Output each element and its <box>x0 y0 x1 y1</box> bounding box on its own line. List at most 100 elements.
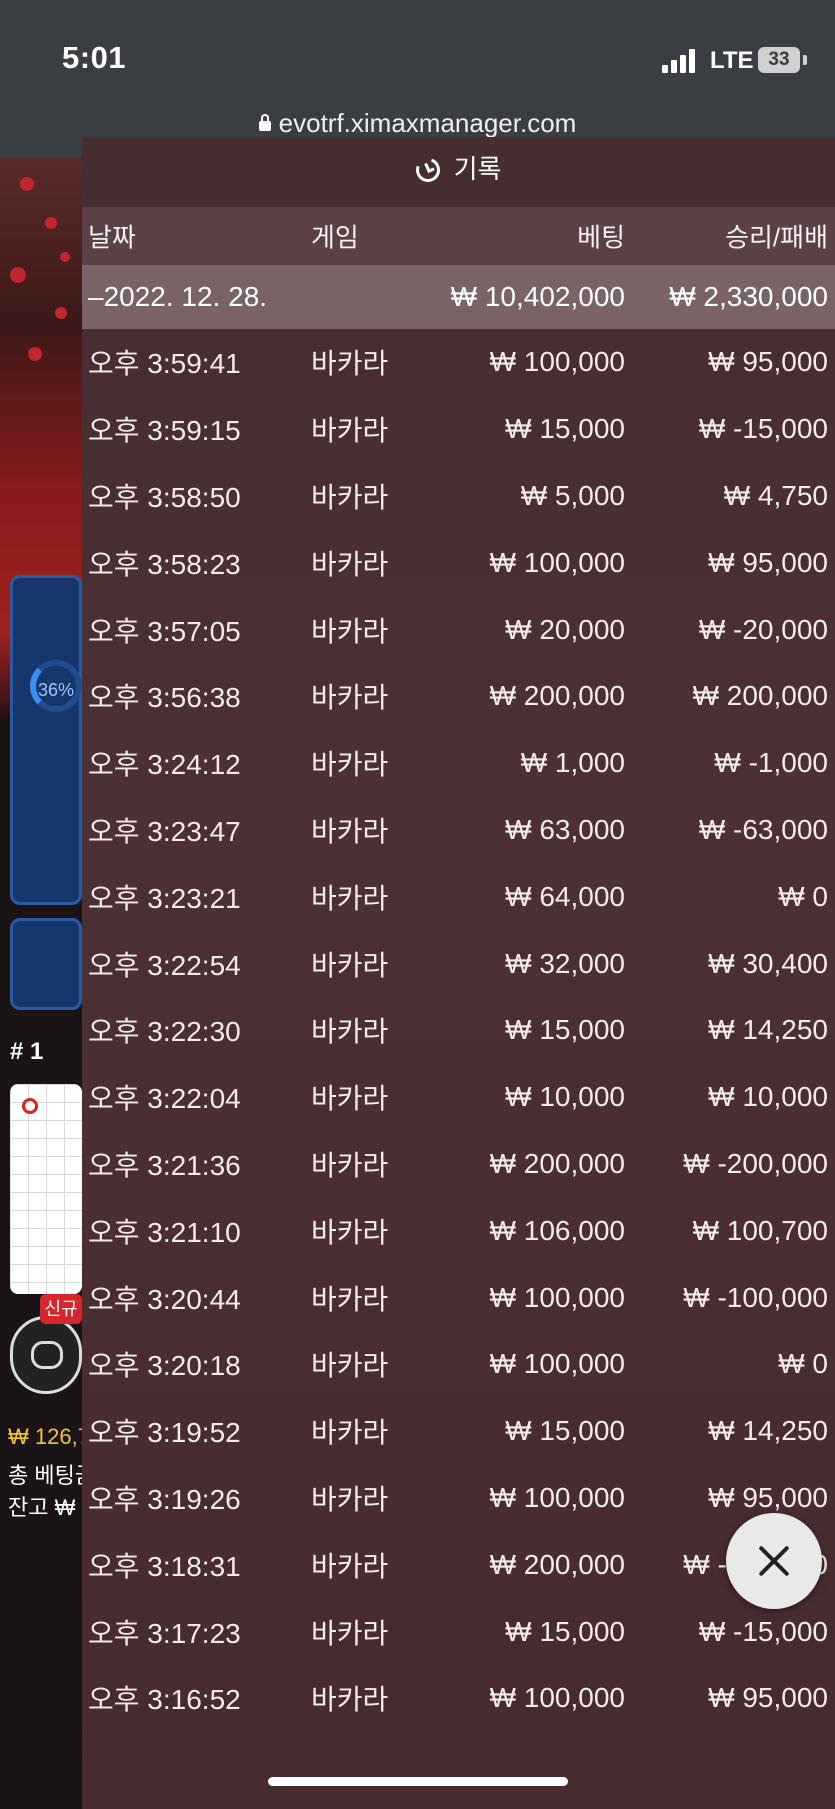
history-row[interactable]: 오후 3:19:52 바카라 ₩ 15,000 ₩ 14,250 <box>82 1398 835 1465</box>
row-bet: ₩ 100,000 <box>489 1481 625 1513</box>
new-badge: 신규 <box>40 1294 82 1324</box>
row-game: 바카라 <box>311 1617 389 1649</box>
row-time: 오후 3:59:15 <box>88 415 241 447</box>
row-game: 바카라 <box>311 1417 389 1449</box>
row-result: ₩ 14,250 <box>708 1415 828 1447</box>
history-row[interactable]: 오후 3:58:23 바카라 ₩ 100,000 ₩ 95,000 <box>82 529 835 596</box>
history-row[interactable]: 오후 3:22:04 바카라 ₩ 10,000 ₩ 10,000 <box>82 1064 835 1131</box>
row-time: 오후 3:18:31 <box>88 1550 241 1582</box>
row-result: ₩ 0 <box>778 880 828 912</box>
row-game: 바카라 <box>311 548 389 580</box>
row-result: ₩ -200,000 <box>683 1147 828 1179</box>
row-bet: ₩ 20,000 <box>505 613 625 645</box>
player-bet-area[interactable] <box>10 575 82 905</box>
address-bar[interactable]: evotrf.ximaxmanager.com <box>0 108 835 139</box>
summary-result: ₩ 2,330,000 <box>669 281 828 312</box>
col-result: 승리/패배 <box>725 222 828 253</box>
battery-tip <box>803 55 807 65</box>
row-bet: ₩ 64,000 <box>505 880 625 912</box>
history-row[interactable]: 오후 3:22:30 바카라 ₩ 15,000 ₩ 14,250 <box>82 997 835 1064</box>
history-row[interactable]: 오후 3:18:31바카라₩ 200,000₩ -200,000 <box>82 1531 835 1598</box>
row-game: 바카라 <box>311 815 389 847</box>
row-game: 바카라 <box>311 1350 389 1382</box>
row-result: ₩ 14,250 <box>708 1014 828 1046</box>
history-row[interactable]: 오후 3:21:36 바카라 ₩ 200,000 ₩ -200,000 <box>82 1131 835 1198</box>
row-game: 바카라 <box>311 348 389 380</box>
home-indicator[interactable] <box>268 1777 568 1786</box>
row-game: 바카라 <box>311 1216 389 1248</box>
col-game: 게임 <box>311 222 359 253</box>
history-row[interactable]: 오후 3:21:10 바카라 ₩ 106,000 ₩ 100,700 <box>82 1197 835 1264</box>
history-row[interactable]: 오후 3:20:18 바카라 ₩ 100,000 ₩ 0 <box>82 1331 835 1398</box>
history-row[interactable]: 오후 3:22:54 바카라 ₩ 32,000 ₩ 30,400 <box>82 930 835 997</box>
row-result: ₩ 95,000 <box>708 1682 828 1714</box>
panel-title-text: 기록 <box>453 154 502 184</box>
row-game: 바카라 <box>311 882 389 914</box>
history-row[interactable]: 오후 3:23:21 바카라 ₩ 64,000 ₩ 0 <box>82 863 835 930</box>
row-result: ₩ -15,000 <box>698 413 828 445</box>
history-row[interactable]: 오후 3:24:12 바카라 ₩ 1,000 ₩ -1,000 <box>82 730 835 797</box>
browser-top-bar: 5:01 LTE 33 evotrf.ximaxmanager.com <box>0 0 835 157</box>
row-time: 오후 3:20:18 <box>88 1350 241 1382</box>
row-bet: ₩ 200,000 <box>489 680 625 712</box>
row-result: ₩ 4,750 <box>723 479 828 511</box>
close-icon[interactable] <box>726 1513 822 1609</box>
history-row[interactable]: 오후 3:19:26 바카라 ₩ 100,000 ₩ 95,000 <box>82 1465 835 1532</box>
row-bet: ₩ 100,000 <box>489 1348 625 1380</box>
battery-icon: 33 <box>758 47 800 73</box>
row-result: ₩ 95,000 <box>708 1481 828 1513</box>
row-bet: ₩ 100,000 <box>489 1682 625 1714</box>
row-time: 오후 3:16:52 <box>88 1684 241 1716</box>
history-row[interactable]: 오후 3:58:50 바카라 ₩ 5,000 ₩ 4,750 <box>82 463 835 530</box>
row-bet: ₩ 100,000 <box>489 346 625 378</box>
chip-button[interactable] <box>10 1316 82 1394</box>
history-row[interactable]: 오후 3:17:23 바카라 ₩ 15,000 ₩ -15,000 <box>82 1598 835 1665</box>
date-summary-row[interactable]: –2022. 12. 28. ₩ 10,402,000 ₩ 2,330,000 <box>82 265 835 329</box>
summary-date: –2022. 12. 28. <box>88 281 268 312</box>
row-bet: ₩ 10,000 <box>505 1081 625 1113</box>
row-time: 오후 3:22:04 <box>88 1083 241 1115</box>
row-result: ₩ 0 <box>778 1348 828 1380</box>
history-row[interactable]: 오후 3:59:15 바카라 ₩ 15,000 ₩ -15,000 <box>82 396 835 463</box>
progress-percent: 36% <box>38 680 75 700</box>
row-result: ₩ 95,000 <box>708 346 828 378</box>
table-header: 날짜 게임 베팅 승리/패배 <box>82 207 835 265</box>
row-bet: ₩ 15,000 <box>505 1014 625 1046</box>
row-result: ₩ -15,000 <box>698 1615 828 1647</box>
status-time: 5:01 <box>62 40 127 75</box>
history-row[interactable]: 오후 3:57:05 바카라 ₩ 20,000 ₩ -20,000 <box>82 596 835 663</box>
row-game: 바카라 <box>311 749 389 781</box>
row-bet: ₩ 15,000 <box>505 1415 625 1447</box>
row-bet: ₩ 100,000 <box>489 1281 625 1313</box>
row-bet: ₩ 63,000 <box>505 813 625 845</box>
panel-title: 기록 <box>82 137 835 203</box>
row-result: ₩ -100,000 <box>683 1281 828 1313</box>
row-bet: ₩ 200,000 <box>489 1147 625 1179</box>
row-time: 오후 3:23:47 <box>88 815 241 847</box>
row-game: 바카라 <box>311 1684 389 1716</box>
col-date: 날짜 <box>88 222 136 253</box>
row-result: ₩ -20,000 <box>698 613 828 645</box>
row-bet: ₩ 200,000 <box>489 1548 625 1580</box>
row-game: 바카라 <box>311 1083 389 1115</box>
history-rows: 오후 3:59:41 바카라 ₩ 100,000 ₩ 95,000 오후 3:59:15… <box>82 329 835 1732</box>
row-time: 오후 3:57:05 <box>88 615 241 647</box>
row-time: 오후 3:21:36 <box>88 1149 241 1181</box>
row-time: 오후 3:20:44 <box>88 1283 241 1315</box>
history-panel: 기록 날짜 게임 베팅 승리/패배 –2022. 12. 28. ₩ 10,40… <box>82 137 835 1809</box>
history-row[interactable]: 오후 3:20:44 바카라 ₩ 100,000 ₩ -100,000 <box>82 1264 835 1331</box>
history-row[interactable]: 오후 3:16:52 바카라 ₩ 100,000 ₩ 95,000 <box>82 1665 835 1732</box>
row-time: 오후 3:22:54 <box>88 949 241 981</box>
history-row[interactable]: 오후 3:23:47 바카라 ₩ 63,000 ₩ -63,000 <box>82 797 835 864</box>
history-row[interactable]: 오후 3:59:41 바카라 ₩ 100,000 ₩ 95,000 <box>82 329 835 396</box>
row-time: 오후 3:58:23 <box>88 548 241 580</box>
row-time: 오후 3:24:12 <box>88 749 241 781</box>
row-result: ₩ 30,400 <box>708 947 828 979</box>
row-game: 바카라 <box>311 615 389 647</box>
side-bet-area[interactable] <box>10 918 82 1010</box>
summary-bet: ₩ 10,402,000 <box>450 281 625 312</box>
row-time: 오후 3:56:38 <box>88 682 241 714</box>
row-bet: ₩ 100,000 <box>489 546 625 578</box>
history-row[interactable]: 오후 3:56:38 바카라 ₩ 200,000 ₩ 200,000 <box>82 663 835 730</box>
row-result: ₩ -63,000 <box>698 813 828 845</box>
